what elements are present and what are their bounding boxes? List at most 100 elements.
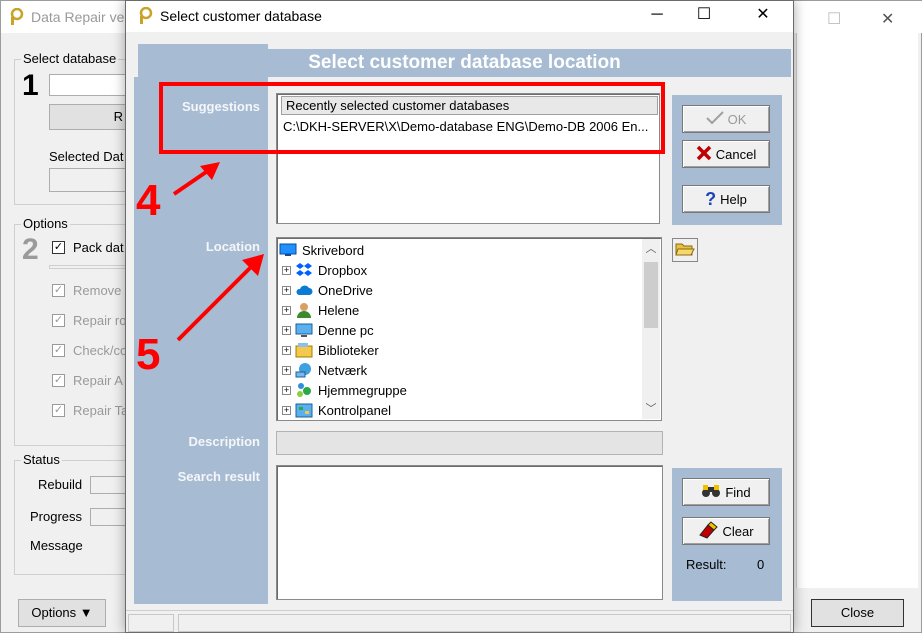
computer-icon xyxy=(295,322,313,338)
result-count: 0 xyxy=(757,557,765,572)
dialog-key-icon xyxy=(136,6,154,28)
option-label-5: Repair Ta xyxy=(73,403,129,418)
options-dropdown-button[interactable]: Options ▼ xyxy=(18,599,106,627)
expand-icon[interactable]: + xyxy=(282,345,291,355)
pack-data-checkbox[interactable]: ✓ xyxy=(52,241,65,254)
user-icon xyxy=(295,302,313,318)
selected-database-field xyxy=(49,168,126,192)
dropbox-icon xyxy=(295,262,313,278)
result-label: Result: xyxy=(686,557,727,572)
find-button[interactable]: Find xyxy=(682,478,770,506)
tree-item-label: Denne pc xyxy=(318,322,374,338)
tree-item[interactable]: + Biblioteker xyxy=(282,340,379,360)
tree-item[interactable]: + Hjemmegruppe xyxy=(282,380,407,400)
rebuild-label: Rebuild xyxy=(38,477,83,492)
location-tree[interactable]: Skrivebord + Dropbox + OneDrive + Helene + Denne… xyxy=(276,237,662,421)
background-window-title: Data Repair ve xyxy=(31,9,125,25)
progress-label: Progress xyxy=(30,509,83,524)
cloud-icon xyxy=(295,282,313,298)
annotation-step-5: 5 xyxy=(136,330,161,379)
scroll-up-icon[interactable]: ︿ xyxy=(642,239,660,259)
tree-item-label: Dropbox xyxy=(318,262,368,278)
annotation-arrow-5 xyxy=(176,254,264,342)
scroll-down-icon[interactable]: ﹀ xyxy=(642,399,660,419)
homegroup-icon xyxy=(295,382,313,398)
annotation-arrow-4 xyxy=(172,162,220,196)
selected-database-label: Selected Dat xyxy=(49,149,124,164)
select-database-group-label: Select database xyxy=(21,51,119,66)
eraser-icon xyxy=(698,520,719,542)
options-group-label: Options xyxy=(21,216,70,231)
expand-icon[interactable]: + xyxy=(282,325,291,335)
close-button[interactable]: Close xyxy=(811,599,904,627)
tree-item[interactable]: + Denne pc xyxy=(282,320,374,340)
option-checkbox-4[interactable]: ✓ xyxy=(52,374,65,387)
dialog-statusbar xyxy=(126,610,793,632)
close-icon[interactable]: ✕ xyxy=(753,5,773,25)
expand-icon[interactable]: + xyxy=(282,305,291,315)
search-result-list[interactable] xyxy=(276,465,663,600)
cancel-button[interactable]: Cancel xyxy=(682,140,770,168)
option-checkbox-5[interactable]: ✓ xyxy=(52,404,65,417)
annotation-step-4: 4 xyxy=(136,176,161,225)
option-checkbox-1[interactable]: ✓ xyxy=(52,284,65,297)
database-path-field[interactable] xyxy=(49,74,126,96)
clear-button[interactable]: Clear xyxy=(682,517,770,545)
option-label-3: Check/co xyxy=(73,343,128,358)
maximize-icon[interactable]: ☐ xyxy=(694,5,714,25)
step-1-number: 1 xyxy=(22,69,39,102)
dialog-titlebar: Select customer database ─ ☐ ✕ xyxy=(126,1,793,32)
tree-item[interactable]: Skrivebord xyxy=(279,240,364,260)
expand-icon[interactable]: + xyxy=(282,265,291,275)
tree-item[interactable]: + Netværk xyxy=(282,360,367,380)
minimize-icon[interactable]: ─ xyxy=(647,5,667,25)
expand-icon[interactable]: + xyxy=(282,405,291,415)
expand-icon[interactable]: + xyxy=(282,385,291,395)
statusbar-cell-2 xyxy=(178,614,791,632)
help-button[interactable]: ? Help xyxy=(682,185,770,213)
rebuild-bar xyxy=(90,476,126,494)
scroll-thumb[interactable] xyxy=(644,262,658,328)
option-checkbox-3[interactable]: ✓ xyxy=(52,344,65,357)
x-icon xyxy=(696,145,712,164)
message-label: Message xyxy=(30,538,83,553)
progress-bar xyxy=(90,508,126,526)
tree-item[interactable]: + OneDrive xyxy=(282,280,373,300)
tree-item[interactable]: + Kontrolpanel xyxy=(282,400,391,420)
help-question-icon: ? xyxy=(705,188,717,209)
browse-button[interactable]: R xyxy=(49,104,126,130)
app-key-icon xyxy=(7,7,25,29)
ok-button[interactable]: OK xyxy=(682,105,770,133)
tree-item[interactable]: + Helene xyxy=(282,300,359,320)
tree-item-label: Kontrolpanel xyxy=(318,402,391,418)
description-field xyxy=(276,431,663,455)
dialog-banner: Select customer database location xyxy=(138,49,791,77)
check-icon xyxy=(705,110,724,128)
suggestions-highlight-box xyxy=(159,82,665,154)
open-folder-icon xyxy=(675,241,695,260)
open-folder-button[interactable] xyxy=(672,238,698,262)
search-button-panel: Find Clear Result: 0 xyxy=(672,468,782,601)
pack-data-label: Pack dat xyxy=(73,240,124,255)
find-label: Find xyxy=(725,484,751,500)
control-panel-icon xyxy=(295,402,313,418)
desktop-icon xyxy=(279,242,297,258)
option-checkbox-2[interactable]: ✓ xyxy=(52,314,65,327)
option-label-4: Repair A xyxy=(73,373,123,388)
tree-item-label: Skrivebord xyxy=(302,242,365,258)
tree-scrollbar[interactable]: ︿ ﹀ xyxy=(642,239,660,419)
maximize-icon[interactable]: ☐ xyxy=(827,9,841,29)
tree-item[interactable]: + Dropbox xyxy=(282,260,367,280)
options-divider xyxy=(49,265,126,269)
description-label: Description xyxy=(188,434,260,449)
action-button-panel: OK Cancel ? Help xyxy=(672,95,782,225)
clear-label: Clear xyxy=(722,523,754,539)
search-result-label: Search result xyxy=(177,469,260,484)
option-label-1: Remove xyxy=(73,283,122,298)
close-icon[interactable]: ✕ xyxy=(881,9,894,29)
expand-icon[interactable]: + xyxy=(282,365,291,375)
tree-item-label: Hjemmegruppe xyxy=(318,382,407,398)
expand-icon[interactable]: + xyxy=(282,285,291,295)
status-group-label: Status xyxy=(21,452,62,467)
cancel-label: Cancel xyxy=(715,146,757,162)
